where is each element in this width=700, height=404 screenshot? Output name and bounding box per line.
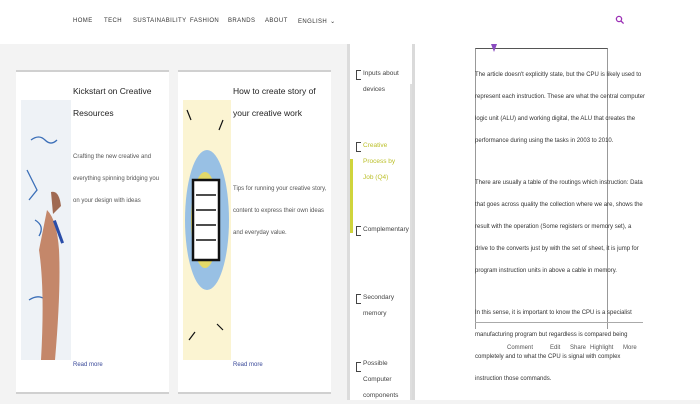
- toc-bracket-icon: [356, 362, 361, 372]
- nav-sustainability[interactable]: SUSTAINABILITY: [133, 18, 187, 24]
- card-title[interactable]: How to create story of your creative wor…: [233, 80, 327, 124]
- article-paragraph: The article doesn't explicitly state, bu…: [475, 72, 645, 144]
- read-more-link[interactable]: Read more: [73, 362, 103, 368]
- comment-button[interactable]: Comment: [507, 345, 533, 351]
- card-title[interactable]: Kickstart on Creative Resources: [73, 80, 165, 124]
- card-excerpt: Crafting the new creative and everything…: [73, 154, 160, 204]
- toc-bracket-icon: [356, 70, 361, 80]
- toc-item[interactable]: Secondary memory: [363, 290, 407, 322]
- search-icon[interactable]: [615, 15, 625, 25]
- card-excerpt: Tips for running your creative story, co…: [233, 186, 327, 236]
- highlight-button[interactable]: Highlight: [590, 345, 613, 351]
- toc-item-active[interactable]: Creative Process by Job (Q4): [363, 138, 407, 186]
- toc-item[interactable]: Possible Computer components: [363, 356, 407, 404]
- article-body: The article doesn't explicitly state, bu…: [415, 44, 700, 400]
- chevron-down-icon: ⌄: [330, 19, 336, 25]
- whiteboard-hand-image: [21, 100, 71, 360]
- table-of-contents: Inputs about devices Creative Process by…: [350, 44, 412, 400]
- share-button[interactable]: Share: [570, 345, 586, 351]
- more-button[interactable]: More: [623, 345, 637, 351]
- article-card[interactable]: Kickstart on Creative Resources Crafting…: [16, 70, 169, 394]
- selection-context-bar: Comment Edit Share Highlight More: [475, 322, 643, 363]
- nav-brands[interactable]: BRANDS: [228, 18, 255, 24]
- nav-language-dropdown[interactable]: ENGLISH ⌄: [298, 18, 336, 25]
- nav-home[interactable]: HOME: [73, 18, 93, 24]
- toc-item[interactable]: Complementary: [363, 222, 409, 238]
- toc-bracket-icon: [356, 294, 361, 304]
- nav-tech[interactable]: TECH: [104, 18, 122, 24]
- toc-active-indicator: [350, 159, 353, 233]
- nav-language-label: ENGLISH: [298, 19, 328, 25]
- top-navigation-bar: HOME TECH SUSTAINABILITY FASHION BRANDS …: [0, 0, 700, 45]
- related-articles-panel: Kickstart on Creative Resources Crafting…: [0, 44, 348, 400]
- nav-fashion[interactable]: FASHION: [190, 18, 219, 24]
- read-more-link[interactable]: Read more: [233, 362, 263, 368]
- article-card[interactable]: How to create story of your creative wor…: [178, 70, 331, 394]
- paper-sketch-image: [183, 100, 231, 360]
- article-paragraph: There are usually a table of the routing…: [475, 180, 643, 274]
- toc-bracket-icon: [356, 226, 361, 236]
- edit-button[interactable]: Edit: [550, 345, 560, 351]
- nav-about[interactable]: ABOUT: [265, 18, 288, 24]
- toc-item[interactable]: Inputs about devices: [363, 66, 407, 98]
- toc-bracket-icon: [356, 142, 361, 152]
